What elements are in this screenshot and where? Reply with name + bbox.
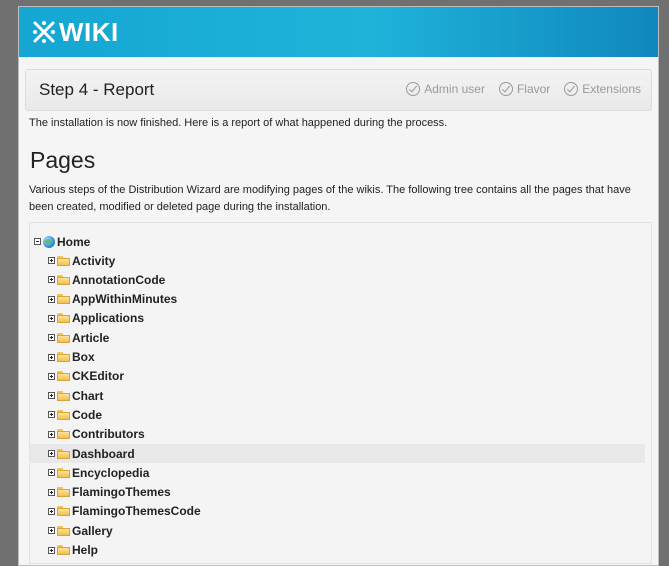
tree-node-label: Gallery	[72, 523, 113, 538]
tree-node[interactable]: Encyclopedia	[48, 463, 149, 482]
folder-icon	[57, 409, 70, 420]
check-icon	[564, 82, 579, 96]
folder-icon	[57, 506, 70, 517]
wizard-steps: Admin user Flavor Extensions	[406, 82, 641, 96]
tree-node-label: Home	[57, 234, 91, 249]
wizard-frame: WIKI Step 4 - Report Admin user Flavor E…	[18, 6, 659, 566]
step-admin-user[interactable]: Admin user	[406, 82, 485, 96]
tree-node-label: AppWithinMinutes	[72, 292, 178, 307]
step-extensions[interactable]: Extensions	[564, 82, 641, 96]
pages-tree: Home Activity AnnotationCode AppWithinMinu…	[29, 222, 652, 564]
tree-node[interactable]: FlamingoThemesCode	[48, 502, 201, 521]
tree-node-label: Code	[72, 407, 102, 422]
folder-icon	[57, 255, 70, 266]
xwiki-logo[interactable]: WIKI	[31, 15, 119, 49]
expand-icon[interactable]	[48, 276, 55, 284]
tree-node[interactable]: Help	[48, 541, 98, 560]
tree-node[interactable]: Activity	[48, 251, 115, 270]
app-header: WIKI	[19, 7, 658, 57]
pages-description: Various steps of the Distribution Wizard…	[29, 184, 631, 213]
expand-icon[interactable]	[48, 411, 55, 419]
tree-node[interactable]: AnnotationCode	[48, 270, 165, 289]
tree-node[interactable]: AppWithinMinutes	[48, 290, 177, 309]
tree-node-home[interactable]: Home	[34, 232, 90, 251]
tree-node-label: Help	[72, 543, 99, 557]
tree-node-label: Applications	[72, 311, 145, 326]
tree-node[interactable]: Gallery	[48, 521, 113, 540]
logo-text: WIKI	[59, 16, 119, 47]
expand-icon[interactable]	[48, 353, 55, 361]
folder-icon	[57, 352, 70, 362]
expand-icon[interactable]	[48, 392, 55, 400]
tree-node[interactable]: Applications	[48, 309, 144, 328]
tree-node[interactable]: Chart	[48, 386, 103, 405]
tree-node-label: Article	[72, 330, 110, 345]
tree-node-label: AnnotationCode	[72, 272, 166, 287]
expand-icon[interactable]	[48, 527, 55, 535]
check-icon	[498, 82, 513, 96]
folder-icon	[57, 313, 70, 324]
tree-node-label: Encyclopedia	[72, 465, 150, 480]
step-title: Step 4 - Report	[39, 80, 155, 99]
folder-icon	[57, 371, 70, 382]
step-label: Admin user	[424, 82, 485, 96]
tree-node-label: FlamingoThemes	[72, 485, 171, 500]
intro-text: The installation is now finished. Here i…	[29, 117, 448, 129]
tree-node-label: CKEditor	[72, 369, 124, 384]
globe-icon	[43, 235, 55, 248]
tree-node-label: Chart	[72, 388, 104, 403]
tree-node[interactable]: Dashboard	[30, 444, 645, 463]
expand-icon[interactable]	[48, 295, 55, 303]
tree-node[interactable]: Box	[48, 348, 95, 367]
expand-icon[interactable]	[48, 314, 55, 322]
check-icon	[406, 82, 421, 96]
tree-node-label: Dashboard	[72, 446, 135, 461]
folder-icon	[57, 525, 70, 536]
expand-icon[interactable]	[48, 257, 55, 264]
tree-node[interactable]: Article	[48, 328, 109, 347]
expand-icon[interactable]	[48, 469, 55, 477]
expand-icon[interactable]	[48, 372, 55, 380]
folder-icon	[57, 545, 70, 555]
folder-icon	[57, 448, 70, 459]
tree-node[interactable]: CKEditor	[48, 367, 124, 386]
expand-icon[interactable]	[48, 450, 55, 457]
tree-node-label: Activity	[72, 253, 116, 268]
expand-icon[interactable]	[48, 507, 55, 515]
folder-icon	[57, 467, 70, 478]
pages-heading: Pages	[30, 147, 96, 173]
expand-icon[interactable]	[48, 488, 55, 496]
folder-icon	[57, 390, 70, 401]
tree-node-label: FlamingoThemesCode	[72, 504, 201, 519]
tree-node-label: Contributors	[72, 427, 145, 442]
expand-icon[interactable]	[48, 430, 55, 438]
tree-node[interactable]: Code	[48, 405, 102, 424]
folder-icon	[57, 487, 70, 498]
folder-icon	[57, 294, 70, 305]
step-bar: Step 4 - Report Admin user Flavor Extens…	[25, 69, 652, 111]
folder-icon	[57, 429, 70, 440]
step-label: Flavor	[516, 82, 551, 96]
step-label: Extensions	[582, 82, 641, 96]
folder-icon	[57, 332, 70, 343]
tree-node[interactable]: FlamingoThemes	[48, 483, 171, 502]
collapse-icon[interactable]	[34, 238, 41, 245]
tree-node-label: Box	[72, 350, 95, 364]
folder-icon	[57, 274, 70, 285]
tree-node[interactable]: Contributors	[48, 425, 145, 444]
expand-icon[interactable]	[48, 546, 55, 554]
step-flavor[interactable]: Flavor	[498, 82, 551, 96]
xwiki-x-icon	[33, 21, 55, 43]
expand-icon[interactable]	[48, 334, 55, 342]
